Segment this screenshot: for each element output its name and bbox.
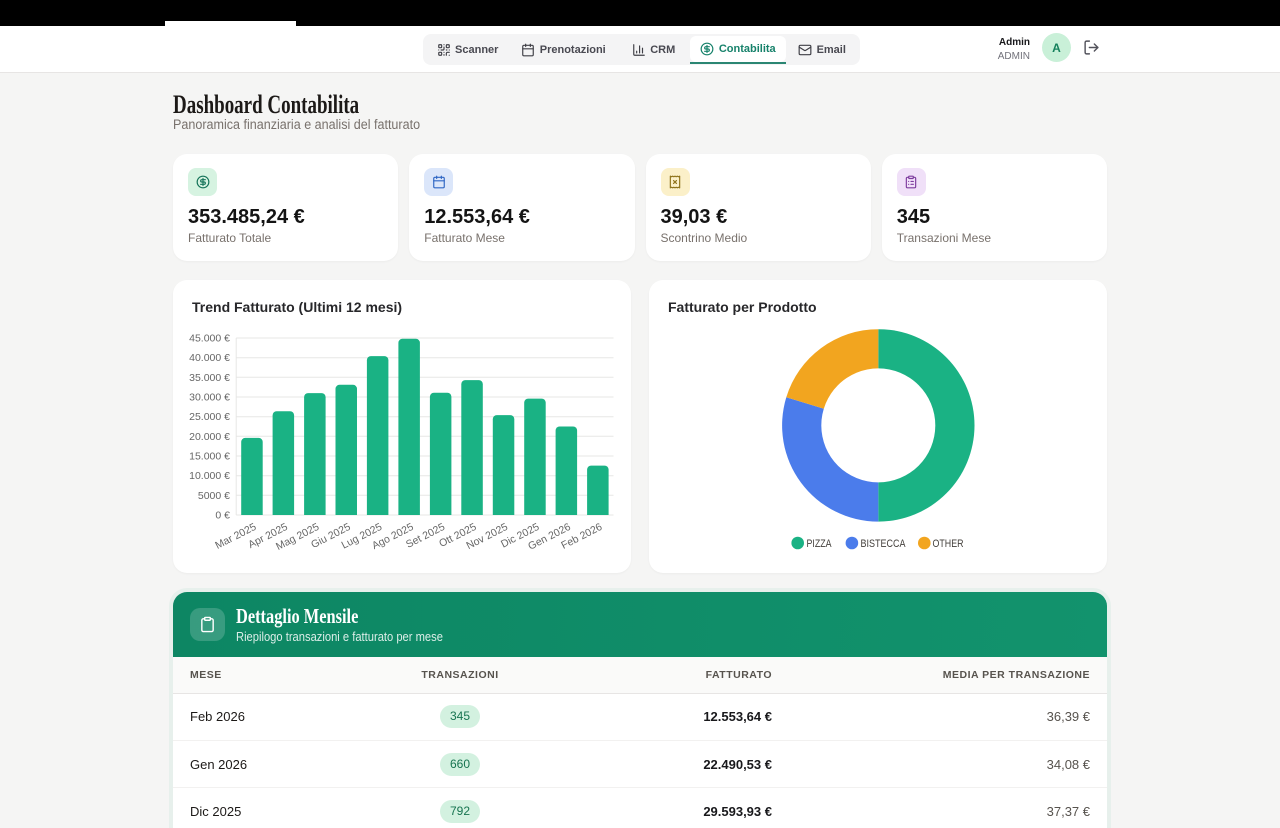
svg-text:PIZZA: PIZZA [807, 538, 833, 550]
svg-text:0 €: 0 € [215, 510, 230, 522]
svg-text:40.000 €: 40.000 € [189, 352, 230, 364]
svg-text:30.000 €: 30.000 € [189, 392, 230, 404]
svg-text:35.000 €: 35.000 € [189, 372, 230, 384]
svg-text:OTHER: OTHER [933, 538, 964, 550]
svg-text:15.000 €: 15.000 € [189, 451, 230, 463]
svg-text:BISTECCA: BISTECCA [861, 538, 907, 550]
svg-text:25.000 €: 25.000 € [189, 411, 230, 423]
svg-text:20.000 €: 20.000 € [189, 431, 230, 443]
svg-text:5000 €: 5000 € [198, 490, 230, 502]
svg-text:45.000 €: 45.000 € [189, 333, 230, 345]
svg-text:10.000 €: 10.000 € [189, 470, 230, 482]
